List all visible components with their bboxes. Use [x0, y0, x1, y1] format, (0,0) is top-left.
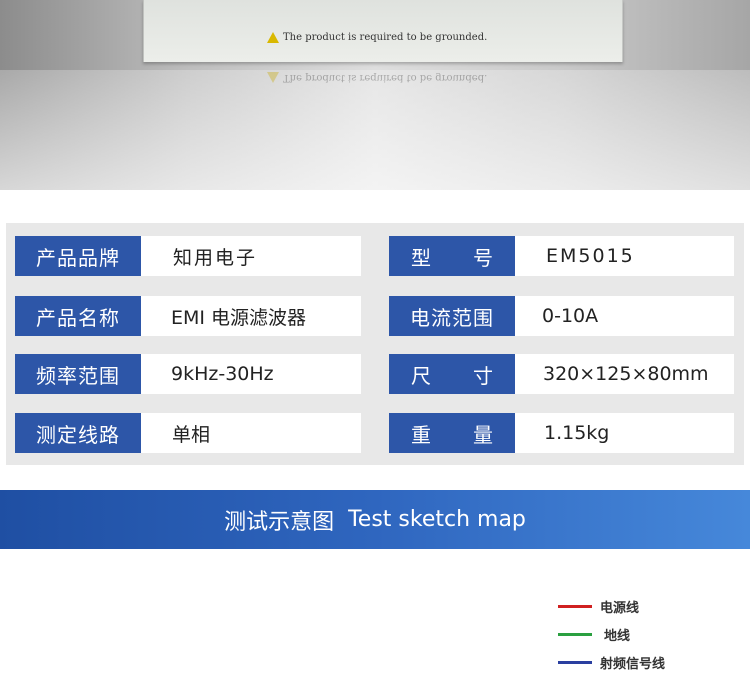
spec-row: 产品品牌 知用电子	[15, 236, 361, 276]
wire-legend: 电源线 地线 射频信号线	[558, 592, 665, 676]
spec-label: 产品品牌	[15, 236, 141, 276]
spec-value: 320×125×80mm	[515, 354, 734, 394]
ground-warning-reflection: The product is required to be grounded.	[267, 72, 487, 83]
section-title-cn: 测试示意图	[224, 509, 335, 535]
section-title-en: Test sketch map	[348, 507, 526, 532]
spec-table: 产品品牌 知用电子 型 号 EM5015 产品名称 EMI 电源滤波器 电流范围…	[6, 223, 744, 465]
spec-label: 测定线路	[15, 413, 141, 453]
legend-item: 地线	[558, 620, 665, 648]
spec-value: 知用电子	[141, 236, 361, 276]
spec-value: 单相	[141, 413, 361, 453]
spec-label-part: 号	[473, 245, 493, 270]
ground-warning-reflection-text: The product is required to be grounded.	[283, 72, 488, 83]
spec-row: 电流范围 0-10A	[389, 296, 734, 336]
spec-label: 产品名称	[15, 296, 141, 336]
spec-row: 型 号 EM5015	[389, 236, 734, 276]
spec-label: 频率范围	[15, 354, 141, 394]
green-line-icon	[558, 632, 592, 636]
spec-value: 9kHz-30Hz	[141, 354, 361, 394]
spec-value: EM5015	[515, 236, 734, 276]
spec-value: 1.15kg	[515, 413, 734, 453]
spec-label-part: 寸	[473, 363, 493, 388]
legend-item: 射频信号线	[558, 648, 665, 676]
spec-label-part: 尺	[411, 363, 431, 388]
warning-triangle-reflection-icon	[267, 72, 279, 83]
spec-value: EMI 电源滤波器	[141, 296, 361, 336]
spec-value: 0-10A	[515, 296, 734, 336]
red-line-icon	[558, 604, 592, 608]
spec-label: 尺 寸	[389, 354, 515, 394]
filter-device	[143, 0, 623, 62]
product-photo: The product is required to be grounded. …	[0, 0, 750, 190]
floor-reflection-area	[0, 70, 750, 190]
legend-item: 电源线	[558, 592, 665, 620]
legend-label: 地线	[604, 628, 631, 644]
spec-row: 测定线路 单相	[15, 413, 361, 453]
ground-warning: The product is required to be grounded.	[267, 32, 487, 43]
spec-label-part: 型	[411, 245, 431, 270]
legend-label: 射频信号线	[600, 656, 666, 672]
spec-row: 尺 寸 320×125×80mm	[389, 354, 734, 394]
spec-label: 电流范围	[389, 296, 515, 336]
warning-triangle-icon	[267, 32, 279, 43]
spec-label-part: 重	[411, 422, 431, 447]
legend-label: 电源线	[600, 600, 640, 616]
spec-label: 重 量	[389, 413, 515, 453]
spec-row: 重 量 1.15kg	[389, 413, 734, 453]
spec-row: 频率范围 9kHz-30Hz	[15, 354, 361, 394]
section-banner: 测试示意图 Test sketch map	[0, 490, 750, 549]
spec-row: 产品名称 EMI 电源滤波器	[15, 296, 361, 336]
spec-label: 型 号	[389, 236, 515, 276]
ground-warning-text: The product is required to be grounded.	[283, 32, 488, 43]
blue-line-icon	[558, 660, 592, 664]
spec-label-part: 量	[473, 422, 493, 447]
